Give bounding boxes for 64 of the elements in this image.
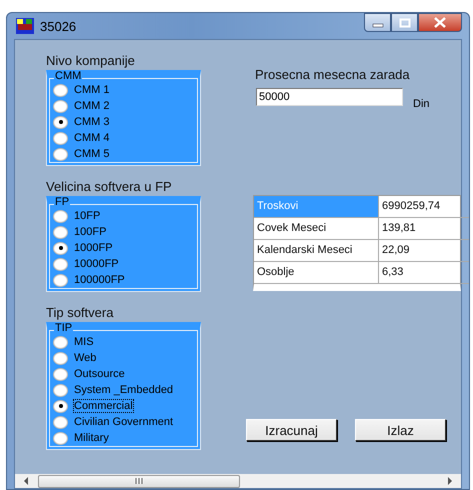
radio-button[interactable] bbox=[53, 400, 68, 412]
group-heading: Nivo kompanije bbox=[46, 53, 136, 69]
radio-button[interactable] bbox=[53, 100, 68, 112]
horizontal-scrollbar[interactable] bbox=[15, 474, 461, 488]
option-label[interactable]: CMM 4 bbox=[74, 132, 110, 144]
scroll-left-icon[interactable] bbox=[23, 477, 29, 485]
maximize-button[interactable] bbox=[391, 13, 418, 32]
grid-cell[interactable]: Osoblje bbox=[254, 262, 379, 284]
radio-button[interactable] bbox=[53, 258, 68, 270]
grid-cell[interactable]: Kalendarski Meseci bbox=[254, 240, 379, 262]
option-label[interactable]: 10000FP bbox=[74, 258, 119, 270]
action-button[interactable]: Izlaz bbox=[355, 419, 446, 441]
scroll-right-icon[interactable] bbox=[447, 477, 453, 485]
grip-icon bbox=[135, 478, 143, 484]
option-label[interactable]: 100000FP bbox=[74, 274, 125, 286]
group-legend: CMM bbox=[54, 70, 82, 82]
maximize-icon bbox=[398, 18, 410, 28]
option-label[interactable]: CMM 2 bbox=[74, 100, 110, 112]
group-legend: TIP bbox=[54, 322, 74, 334]
option-label[interactable]: Military bbox=[74, 432, 109, 444]
scroll-thumb[interactable] bbox=[38, 474, 240, 488]
option-label[interactable]: Civilian Government bbox=[74, 416, 174, 428]
radio-button[interactable] bbox=[53, 274, 68, 286]
grid-cell: 22,09 bbox=[379, 240, 469, 262]
salary-label: Prosecna mesecna zarada bbox=[255, 67, 411, 82]
group-legend: FP bbox=[54, 196, 70, 208]
option-label[interactable]: Outsource bbox=[74, 368, 125, 380]
option-label[interactable]: 10FP bbox=[74, 210, 100, 222]
window-title: 35026 bbox=[40, 18, 76, 34]
grid-cell: 6,33 bbox=[379, 262, 469, 284]
group-heading: Velicina softvera u FP bbox=[46, 179, 173, 195]
option-label[interactable]: Commercial bbox=[74, 400, 133, 412]
option-label[interactable]: 100FP bbox=[74, 226, 106, 238]
radio-button[interactable] bbox=[53, 148, 68, 160]
salary-input-field[interactable]: 50000 bbox=[256, 88, 403, 106]
grid-cell[interactable]: Covek Meseci bbox=[254, 218, 379, 240]
radio-button[interactable] bbox=[53, 368, 68, 380]
grid-cell: 139,81 bbox=[379, 218, 469, 240]
option-label[interactable]: CMM 3 bbox=[74, 116, 110, 128]
unit-label: Din bbox=[413, 98, 430, 110]
radio-button[interactable] bbox=[53, 116, 68, 128]
radio-button[interactable] bbox=[53, 210, 68, 222]
radio-button[interactable] bbox=[53, 226, 68, 238]
close-icon bbox=[433, 17, 447, 28]
radio-button[interactable] bbox=[53, 432, 68, 444]
option-label[interactable]: CMM 1 bbox=[74, 84, 110, 96]
radio-button[interactable] bbox=[53, 416, 68, 428]
option-label[interactable]: CMM 5 bbox=[74, 148, 110, 160]
radio-button[interactable] bbox=[53, 132, 68, 144]
option-label[interactable]: MIS bbox=[74, 336, 94, 348]
radio-button[interactable] bbox=[53, 352, 68, 364]
app-icon bbox=[16, 18, 34, 34]
radio-button[interactable] bbox=[53, 336, 68, 348]
grid-cell: 6990259,74 bbox=[379, 196, 469, 218]
minimize-button[interactable] bbox=[364, 13, 391, 32]
group-heading: Tip softvera bbox=[46, 305, 114, 321]
radio-button[interactable] bbox=[53, 84, 68, 96]
option-label[interactable]: System _Embedded bbox=[74, 384, 174, 396]
option-label[interactable]: Web bbox=[74, 352, 96, 364]
option-label[interactable]: 1000FP bbox=[74, 242, 113, 254]
radio-button[interactable] bbox=[53, 242, 68, 254]
action-button[interactable]: Izracunaj bbox=[246, 419, 337, 441]
close-button[interactable] bbox=[418, 13, 462, 32]
radio-button[interactable] bbox=[53, 384, 68, 396]
